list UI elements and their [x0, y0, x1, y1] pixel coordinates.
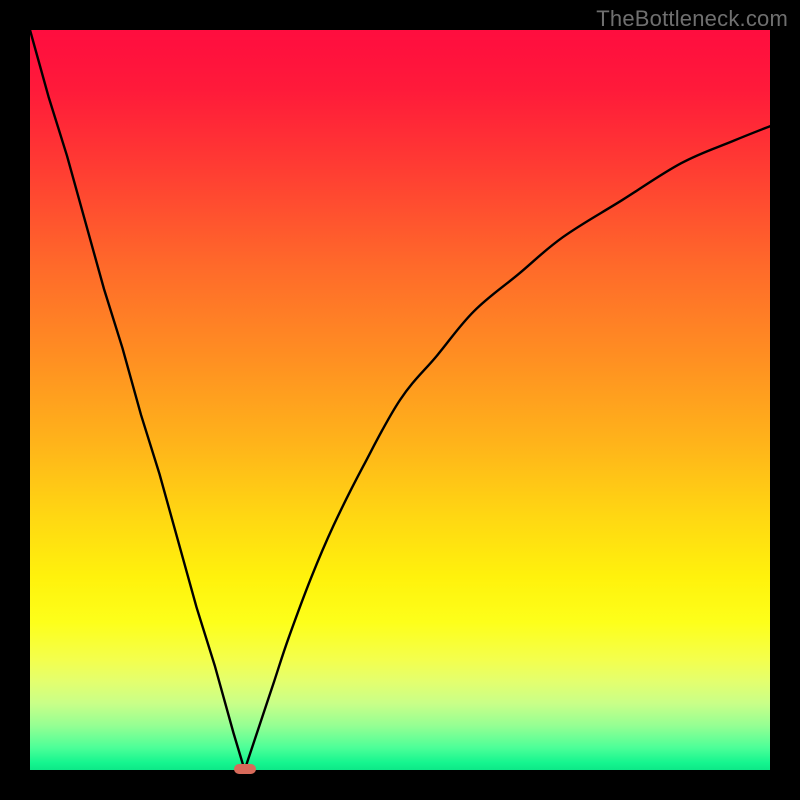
- plot-area: [30, 30, 770, 770]
- bottleneck-curve: [30, 30, 770, 770]
- watermark-text: TheBottleneck.com: [596, 6, 788, 32]
- chart-frame: TheBottleneck.com: [0, 0, 800, 800]
- minimum-marker: [234, 764, 256, 774]
